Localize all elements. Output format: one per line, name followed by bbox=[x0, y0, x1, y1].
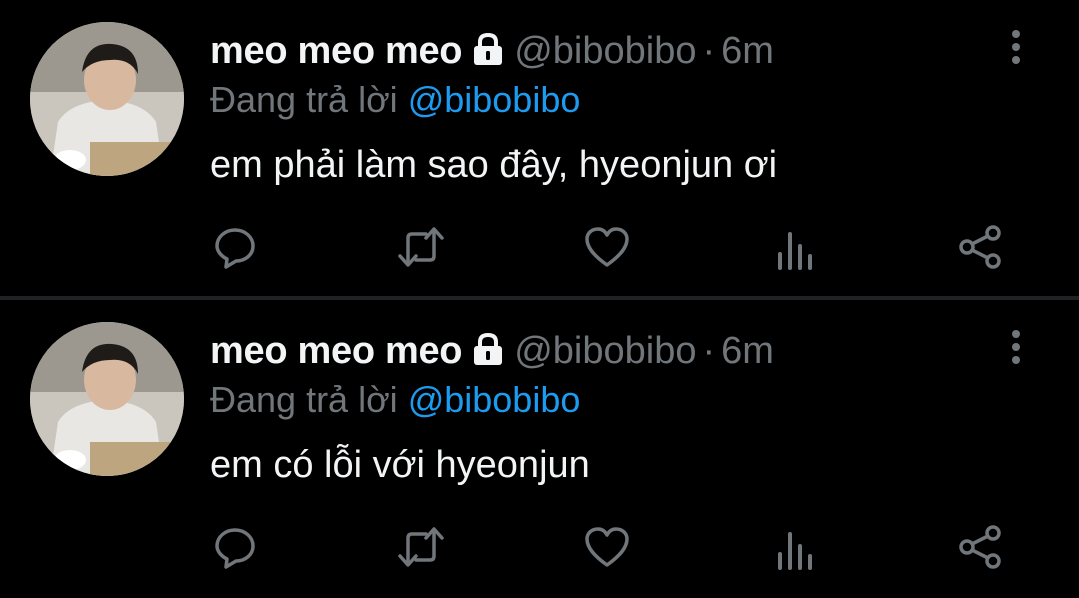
action-bar bbox=[0, 522, 1079, 578]
display-name[interactable]: meo meo meo bbox=[210, 30, 463, 72]
like-icon[interactable] bbox=[582, 222, 632, 272]
tweet-text: em có lỗi với hyeonjun bbox=[210, 444, 590, 486]
reply-prefix: Đang trả lời bbox=[210, 379, 398, 420]
reply-icon[interactable] bbox=[210, 222, 260, 272]
separator: · bbox=[702, 330, 716, 372]
tweet-header: meo meo meo @bibobibo · 6m bbox=[210, 328, 774, 374]
user-handle[interactable]: @bibobibo bbox=[514, 30, 696, 72]
analytics-icon[interactable] bbox=[770, 522, 820, 572]
more-options-icon[interactable] bbox=[1001, 328, 1031, 368]
reply-mention-link[interactable]: @bibobibo bbox=[408, 79, 581, 120]
timestamp[interactable]: 6m bbox=[721, 30, 774, 72]
share-icon[interactable] bbox=[956, 522, 1006, 572]
timestamp[interactable]: 6m bbox=[721, 330, 774, 372]
lock-icon bbox=[470, 31, 506, 67]
separator: · bbox=[702, 30, 716, 72]
tweet-text: em phải làm sao đây, hyeonjun ơi bbox=[210, 144, 778, 186]
reply-mention-link[interactable]: @bibobibo bbox=[408, 379, 581, 420]
reply-prefix: Đang trả lời bbox=[210, 79, 398, 120]
display-name[interactable]: meo meo meo bbox=[210, 330, 463, 372]
analytics-icon[interactable] bbox=[770, 222, 820, 272]
avatar[interactable] bbox=[30, 322, 184, 476]
tweet[interactable]: meo meo meo @bibobibo · 6m Đang trả lời @bi… bbox=[0, 300, 1079, 597]
tweet[interactable]: meo meo meo @bibobibo · 6m Đang trả lời @bi… bbox=[0, 0, 1079, 297]
reply-context: Đang trả lời @bibobibo bbox=[210, 378, 580, 422]
reply-context: Đang trả lời @bibobibo bbox=[210, 78, 580, 122]
retweet-icon[interactable] bbox=[396, 222, 446, 272]
share-icon[interactable] bbox=[956, 222, 1006, 272]
avatar[interactable] bbox=[30, 22, 184, 176]
like-icon[interactable] bbox=[582, 522, 632, 572]
lock-icon bbox=[470, 331, 506, 367]
action-bar bbox=[0, 222, 1079, 278]
more-options-icon[interactable] bbox=[1001, 28, 1031, 68]
retweet-icon[interactable] bbox=[396, 522, 446, 572]
tweet-header: meo meo meo @bibobibo · 6m bbox=[210, 28, 774, 74]
user-handle[interactable]: @bibobibo bbox=[514, 330, 696, 372]
reply-icon[interactable] bbox=[210, 522, 260, 572]
